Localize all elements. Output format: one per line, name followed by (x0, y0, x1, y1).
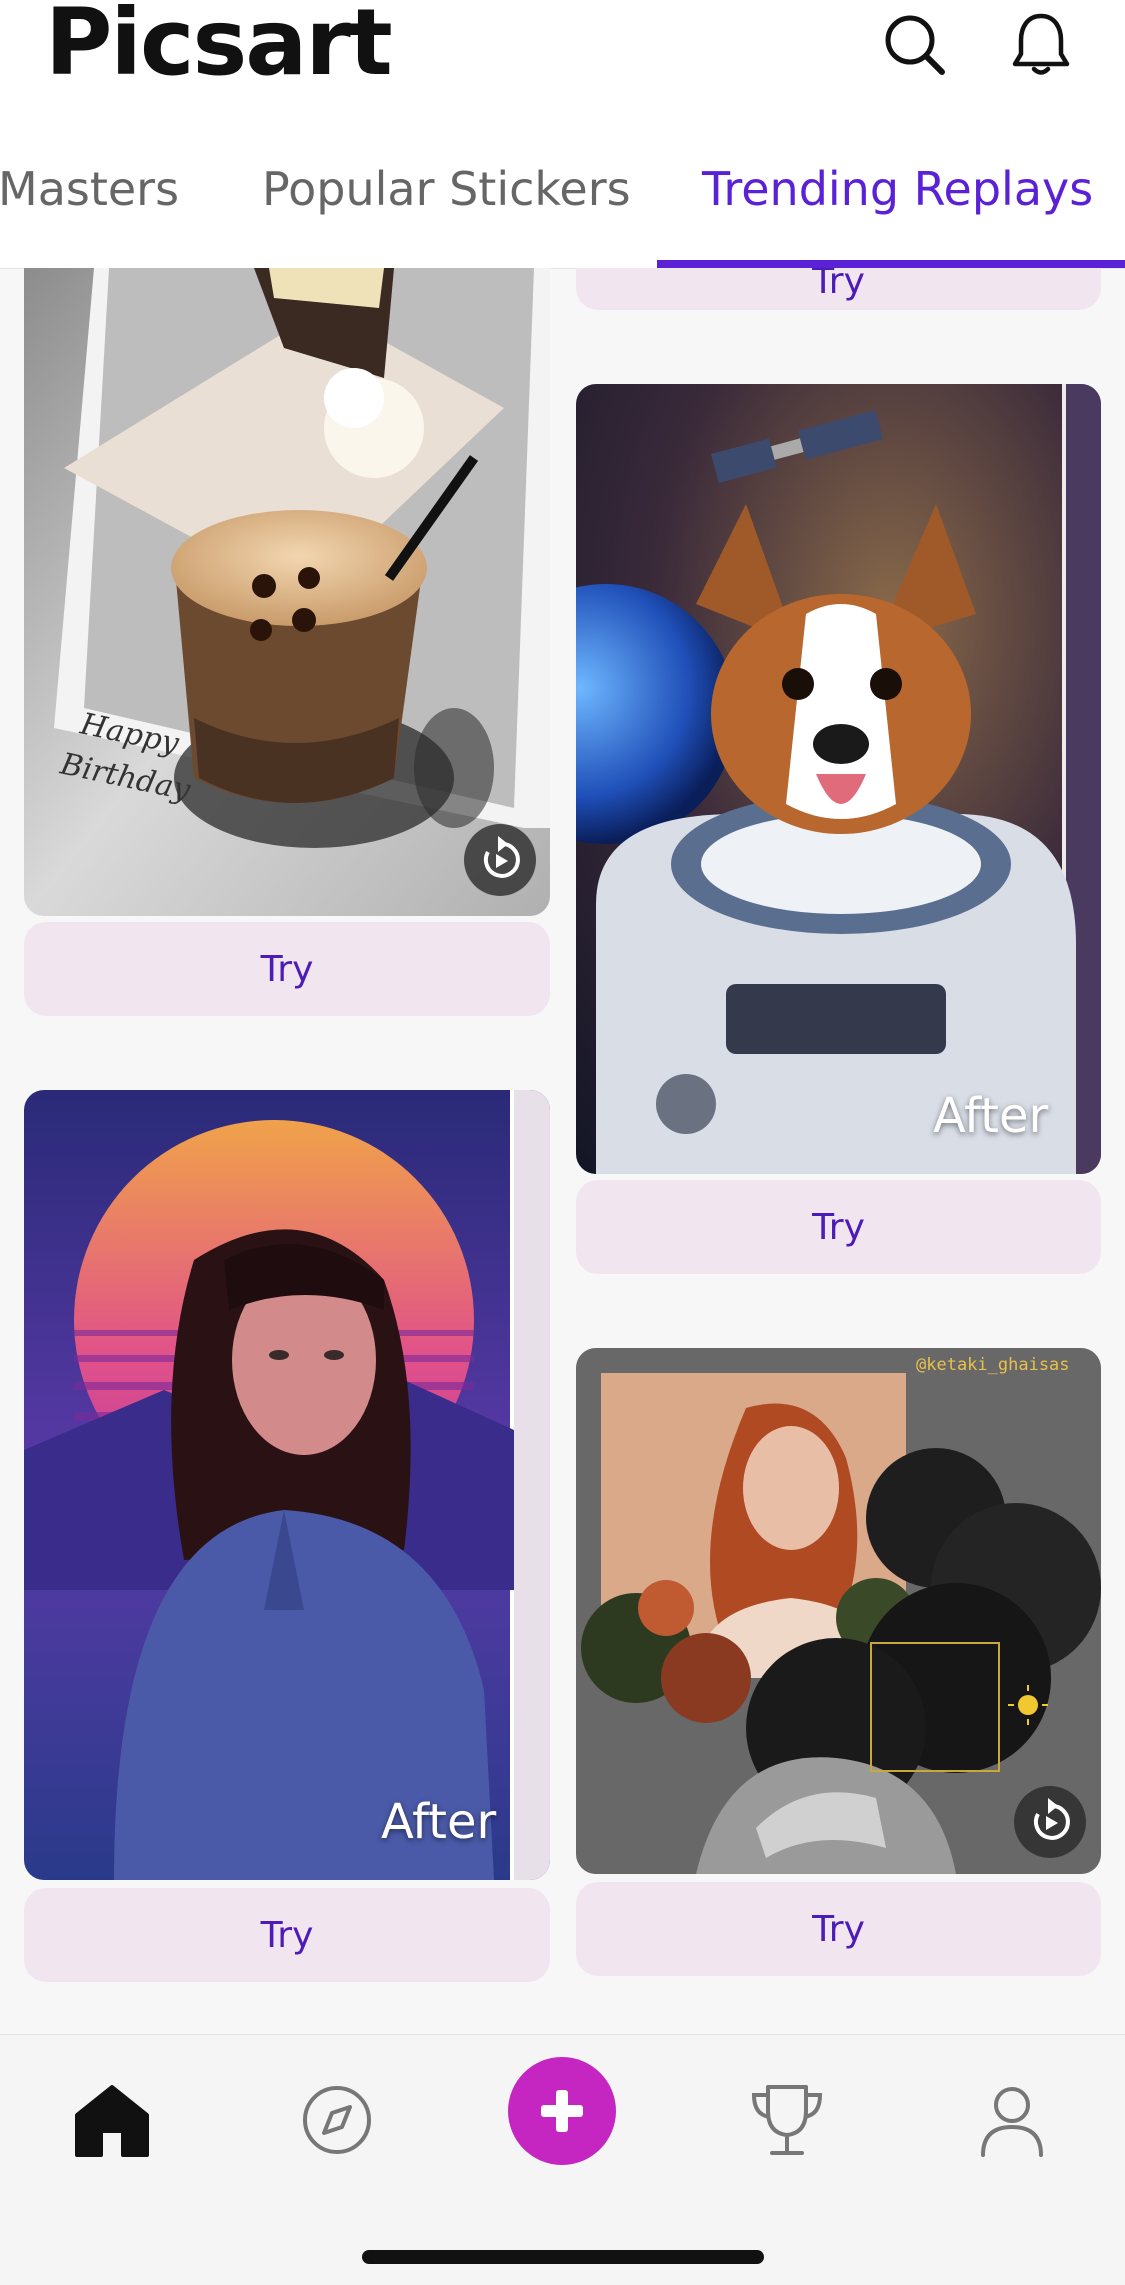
replay-image-coffee[interactable]: Happy Birthday (24, 268, 550, 916)
replay-image-corgi[interactable]: After (576, 384, 1101, 1174)
replay-image-girl[interactable]: After (24, 1090, 550, 1880)
explore-compass-icon[interactable] (292, 2075, 382, 2165)
try-button[interactable]: Try (576, 1180, 1101, 1274)
category-tabs: Masters Popular Stickers Trending Replay… (0, 110, 1125, 269)
watermark-text: @ketaki_ghaisas (916, 1355, 1070, 1375)
bottom-navigation (0, 2034, 1125, 2285)
search-icon[interactable] (876, 6, 952, 82)
tab-masters[interactable]: Masters (0, 162, 179, 216)
try-button[interactable]: Try (24, 1888, 550, 1982)
try-button[interactable]: Try (24, 922, 550, 1016)
notification-bell-icon[interactable] (1003, 6, 1079, 82)
home-icon[interactable] (67, 2075, 157, 2165)
after-label: After (933, 1088, 1049, 1144)
try-button[interactable]: Try (576, 268, 1101, 310)
active-tab-indicator (657, 260, 1125, 268)
try-button[interactable]: Try (576, 1882, 1101, 1976)
replay-image-flowers[interactable]: @ketaki_ghaisas (576, 1348, 1101, 1874)
tab-popular-stickers[interactable]: Popular Stickers (262, 162, 631, 216)
replay-icon[interactable] (1014, 1786, 1086, 1858)
challenges-trophy-icon[interactable] (742, 2075, 832, 2165)
replays-feed[interactable]: Try Happy Birthday Try After Try After T… (0, 268, 1125, 2034)
profile-icon[interactable] (967, 2075, 1057, 2165)
after-label: After (381, 1794, 497, 1850)
replay-icon[interactable] (464, 824, 536, 896)
create-plus-button[interactable] (508, 2057, 616, 2165)
picsart-logo: Picsart (45, 0, 393, 96)
tab-trending-replays[interactable]: Trending Replays (702, 162, 1093, 216)
create-plus-icon (541, 2090, 583, 2132)
app-header: Picsart (0, 0, 1125, 110)
home-indicator (362, 2250, 764, 2264)
